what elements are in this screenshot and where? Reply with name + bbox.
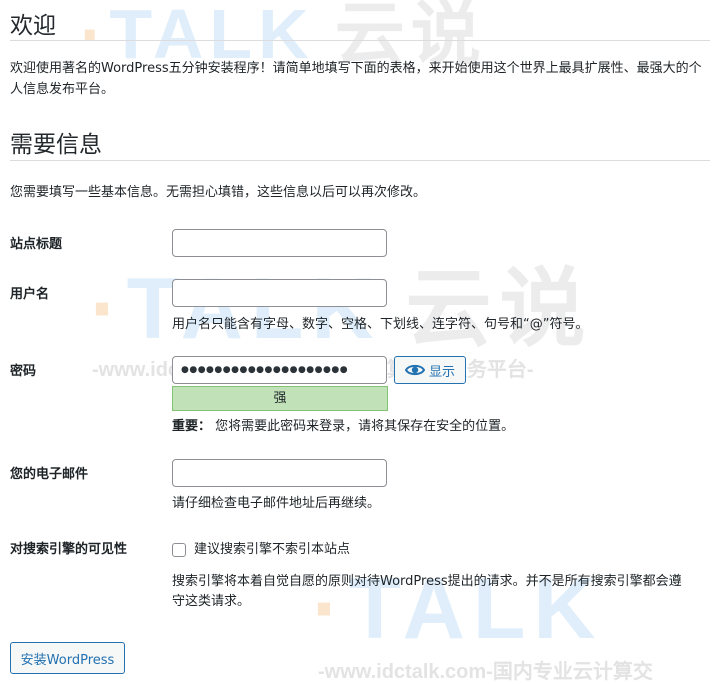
password-input[interactable]: ●●●●●●●●●●●●●●●●●●●●: [172, 356, 387, 384]
welcome-text: 欢迎使用著名的WordPress五分钟安装程序！请简单地填写下面的表格，来开始使…: [10, 61, 702, 97]
site-title-input[interactable]: [172, 229, 387, 257]
email-label: 您的电子邮件: [10, 467, 89, 482]
welcome-heading: 欢迎: [10, 13, 56, 39]
password-important-note: 重要： 您将需要此密码来登录，请将其保存在安全的位置。: [172, 417, 514, 437]
site-title-label: 站点标题: [10, 237, 63, 252]
search-visibility-checkbox[interactable]: [172, 543, 186, 557]
password-label: 密码: [10, 364, 37, 379]
search-visibility-checkbox-label[interactable]: 建议搜索引擎不索引本站点: [194, 540, 350, 560]
show-password-label: 显示: [428, 364, 455, 380]
info-heading: 需要信息: [10, 132, 102, 158]
info-text: 您需要填写一些基本信息。无需担心填错，这些信息以后可以再次修改。: [10, 185, 427, 200]
search-visibility-label: 对搜索引擎的可见性: [10, 542, 128, 557]
important-label: 重要：: [172, 419, 212, 434]
password-mask: ●●●●●●●●●●●●●●●●●●●●: [181, 365, 349, 375]
eye-icon: [404, 364, 425, 376]
show-password-button[interactable]: 显示: [394, 356, 466, 384]
email-input[interactable]: [172, 459, 387, 487]
watermark-tagline-bottom: -www.idctalk.com-国内专业云计算交: [318, 661, 653, 683]
email-hint: 请仔细检查电子邮件地址后再继续。: [172, 496, 381, 511]
password-strength-meter: 强: [172, 386, 388, 411]
info-divider: [10, 160, 710, 161]
important-text: 您将需要此密码来登录，请将其保存在安全的位置。: [215, 419, 515, 434]
username-input[interactable]: [172, 279, 387, 307]
welcome-divider: [10, 40, 710, 41]
username-hint: 用户名只能含有字母、数字、空格、下划线、连字符、句号和“@”符号。: [172, 317, 589, 332]
search-visibility-hint: 搜索引擎将本着自觉自愿的原则对待WordPress提出的请求。并不是所有搜索引擎…: [172, 574, 682, 609]
install-wordpress-button[interactable]: 安装WordPress: [10, 642, 125, 674]
username-label: 用户名: [10, 287, 50, 302]
